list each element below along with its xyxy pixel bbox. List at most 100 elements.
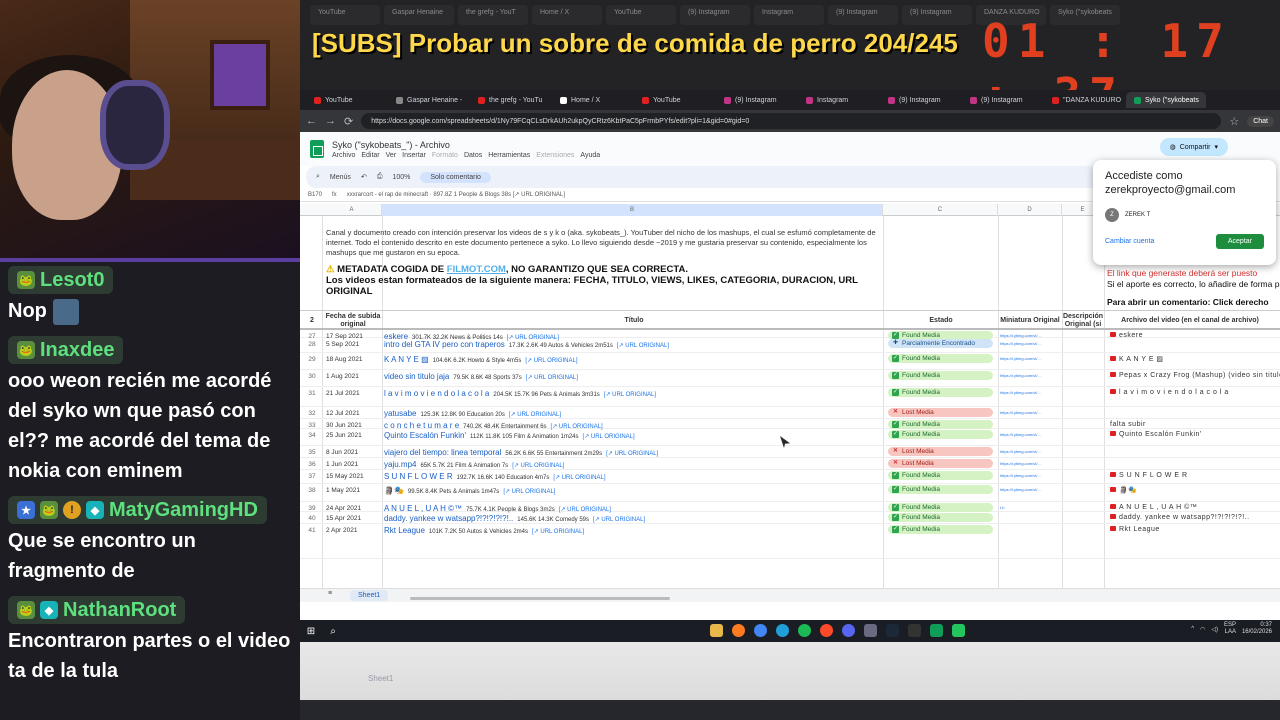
thumbnail-link[interactable]: https://i.ytimg.com/vi/...	[1000, 487, 1056, 492]
video-title-cell[interactable]: intro del GTA IV pero con traperos 17.3K …	[384, 340, 669, 349]
change-account-button[interactable]: Cambiar cuenta	[1105, 238, 1154, 245]
table-row[interactable]: 30 1 Aug 2021 video sin titulo jaja 79.5K 8…	[300, 370, 1280, 387]
url-original-link[interactable]: [↗ URL ORIGINAL]	[617, 343, 669, 349]
search-icon[interactable]: ⌕	[316, 173, 320, 181]
status-chip[interactable]: ✓ Found Media	[888, 513, 993, 522]
table-row[interactable]: 35 8 Jun 2021 viajero del tiempo: linea te…	[300, 446, 1280, 458]
thumbnail-link[interactable]: https://i.ytimg.com/vi/...	[1000, 373, 1056, 378]
thumbnail-link[interactable]: https://i.ytimg.com/vi/...	[1000, 356, 1056, 361]
table-row[interactable]: 39 24 Apr 2021 A N U E L , U A H ©™ 75.7K 4…	[300, 502, 1280, 513]
browser-tab[interactable]: Gaspar Henaine -	[388, 92, 468, 108]
status-chip[interactable]: ✚ Parcialmente Encontrado	[888, 339, 993, 348]
table-row[interactable]: 27 17 Sep 2021 eskere 301.7K 32.2K News & P…	[300, 330, 1280, 341]
sheet-tab[interactable]: Sheet1	[350, 590, 389, 601]
cell-ref[interactable]: B170	[308, 192, 322, 198]
status-chip[interactable]: ✓ Found Media	[888, 388, 993, 397]
menu-item[interactable]: Insertar	[402, 152, 426, 159]
thumbnail-link[interactable]: https://i.ytimg.com/vi/...	[1000, 410, 1056, 415]
video-title-cell[interactable]: yaju.mp4 65K 5.7K 21 Film & Animation 7s[…	[384, 460, 564, 469]
browser-tab[interactable]: (9) Instagram	[716, 92, 796, 108]
url-original-link[interactable]: [↗ URL ORIGINAL]	[606, 451, 658, 457]
browser-tab[interactable]: (9) Instagram	[962, 92, 1042, 108]
url-original-link[interactable]: [↗ URL ORIGINAL]	[512, 463, 564, 469]
status-chip[interactable]: ✓ Found Media	[888, 371, 993, 380]
status-chip[interactable]: ✓ Found Media	[888, 354, 993, 363]
video-title-cell[interactable]: yatusabe 125.3K 12.8K 90 Education 20s [↗ …	[384, 409, 561, 418]
taskbar-search-icon[interactable]: ⌕	[322, 626, 344, 637]
status-chip[interactable]: ✓ Found Media	[888, 471, 993, 480]
video-title-cell[interactable]: S U N F L O W E R 192.7K 16.6K 140 Educat…	[384, 472, 606, 481]
language-indicator[interactable]: ESP LAA	[1224, 622, 1236, 636]
archive-file-cell[interactable]: S U N F L O W E R	[1110, 472, 1188, 479]
formula-content[interactable]: xxxrarcort - el rap de minecraft · 897.8…	[347, 191, 565, 198]
video-title-cell[interactable]: daddy. yankee w watsapp?!?!?!?!?!.. 145.6…	[384, 514, 645, 523]
menu-item[interactable]: Datos	[464, 152, 482, 159]
volume-icon[interactable]: ◁)	[1211, 626, 1218, 633]
video-title-cell[interactable]: Quinto Escalón Funkin' 112K 11.8K 105 Fil…	[384, 431, 635, 440]
column-header[interactable]: C	[883, 204, 998, 216]
browser-tab[interactable]: the grefg - YouTu	[470, 92, 550, 108]
undo-icon[interactable]: ↶	[361, 173, 367, 181]
tray-chevron-icon[interactable]: ^	[1191, 626, 1194, 632]
horizontal-scrollbar[interactable]	[410, 597, 670, 600]
browser-tab[interactable]: YouTube	[306, 92, 386, 108]
thumbnail-link[interactable]: https://i.ytimg.com/vi/...	[1000, 341, 1056, 346]
sheets-logo-icon[interactable]	[310, 140, 324, 158]
url-original-link[interactable]: [↗ URL ORIGINAL]	[583, 434, 635, 440]
file-explorer-icon[interactable]	[710, 624, 723, 637]
app-icon[interactable]	[864, 624, 877, 637]
video-title-cell[interactable]: Rkt League 101K 7.2K 50 Autos & Vehicles …	[384, 526, 584, 535]
chat-username-pill[interactable]: 🐸 Lesot0	[8, 266, 114, 294]
browser-tab[interactable]: "DANZA KUDURO	[1044, 92, 1124, 108]
url-original-link[interactable]: [↗ URL ORIGINAL]	[526, 375, 578, 381]
table-row[interactable]: 36 1 Jun 2021 yaju.mp4 65K 5.7K 21 Film & A…	[300, 458, 1280, 470]
chrome-icon[interactable]	[754, 624, 767, 637]
url-original-link[interactable]: [↗ URL ORIGINAL]	[593, 517, 645, 523]
thumbnail-link[interactable]: https://i.ytimg.com/vi/...	[1000, 390, 1056, 395]
windows-start-icon[interactable]: ⊞	[300, 626, 322, 637]
steam-icon[interactable]	[886, 624, 899, 637]
table-row[interactable]: 41 2 Apr 2021 Rkt League 101K 7.2K 50 Autos…	[300, 524, 1280, 559]
star-icon[interactable]: ☆	[1229, 115, 1239, 128]
table-row[interactable]: 29 18 Aug 2021 K A N Y E ▨ 104.6K 6.2K Howt…	[300, 353, 1280, 370]
menus-button[interactable]: Menús	[330, 174, 351, 181]
thumbnail-link[interactable]: https://i.ytimg.com/vi/...	[1000, 432, 1056, 437]
archive-file-cell[interactable]: Rkt League	[1110, 526, 1160, 533]
thumbnail-link[interactable]: https://i.ytimg.com/vi/...	[1000, 461, 1056, 466]
column-header[interactable]: D	[998, 204, 1062, 216]
print-icon[interactable]: ⎙	[377, 173, 383, 181]
table-row[interactable]: 38 1 May 2021 🗿🎭 99.5K 8.4K Pets & Animals …	[300, 484, 1280, 502]
video-title-cell[interactable]: 🗿🎭 99.5K 8.4K Pets & Animals 1m47s [↗ URL …	[384, 486, 555, 495]
all-sheets-icon[interactable]: ≡	[328, 590, 332, 597]
status-chip[interactable]: ✕ Lost Media	[888, 459, 993, 468]
sheets-taskbar-icon[interactable]	[952, 624, 965, 637]
table-row[interactable]: 32 12 Jul 2021 yatusabe 125.3K 12.8K 90 Edu…	[300, 407, 1280, 419]
accept-button[interactable]: Aceptar	[1215, 234, 1264, 249]
browser-tab[interactable]: (9) Instagram	[880, 92, 960, 108]
browser-tab[interactable]: Home / X	[552, 92, 632, 108]
menu-item[interactable]: Editar	[361, 152, 379, 159]
chat-username-pill[interactable]: 🐸 ◆ NathanRoot	[8, 596, 186, 624]
doc-title[interactable]: Syko ("sykobeats_") - Archivo	[332, 140, 600, 150]
status-chip[interactable]: ✓ Found Media	[888, 420, 993, 429]
column-header[interactable]: A	[322, 204, 382, 216]
url-original-link[interactable]: [↗ URL ORIGINAL]	[604, 392, 656, 398]
wifi-icon[interactable]: ◠	[1200, 626, 1205, 633]
menu-item[interactable]: Extensiones	[536, 152, 574, 159]
discord-icon[interactable]	[842, 624, 855, 637]
status-chip[interactable]: ✓ Found Media	[888, 503, 993, 512]
thumbnail-link[interactable]: https://i.ytimg.com/vi/...	[1000, 449, 1056, 454]
archive-file-cell[interactable]: daddy. yankee w watsapp?!?!?!?!?!..	[1110, 514, 1250, 521]
thumbnail-link[interactable]: Lh	[1000, 505, 1056, 510]
archive-file-cell[interactable]: A N U E L , U A H ©™	[1110, 504, 1197, 511]
browser-tab[interactable]: YouTube	[634, 92, 714, 108]
share-button[interactable]: ◍ Compartir ▾	[1159, 138, 1228, 156]
readonly-badge[interactable]: Solo comentario	[420, 171, 491, 183]
status-chip[interactable]: ✕ Lost Media	[888, 447, 993, 456]
status-chip[interactable]: ✓ Found Media	[888, 525, 993, 534]
url-original-link[interactable]: [↗ URL ORIGINAL]	[553, 475, 605, 481]
browser-tab[interactable]: Syko ("sykobeats	[1126, 92, 1206, 108]
menu-item[interactable]: Ver	[386, 152, 397, 159]
table-row[interactable]: 40 15 Apr 2021 daddy. yankee w watsapp?!?!…	[300, 512, 1280, 524]
video-title-cell[interactable]: l a v i m o v i e n d o l a c o l a 204.5…	[384, 389, 656, 398]
